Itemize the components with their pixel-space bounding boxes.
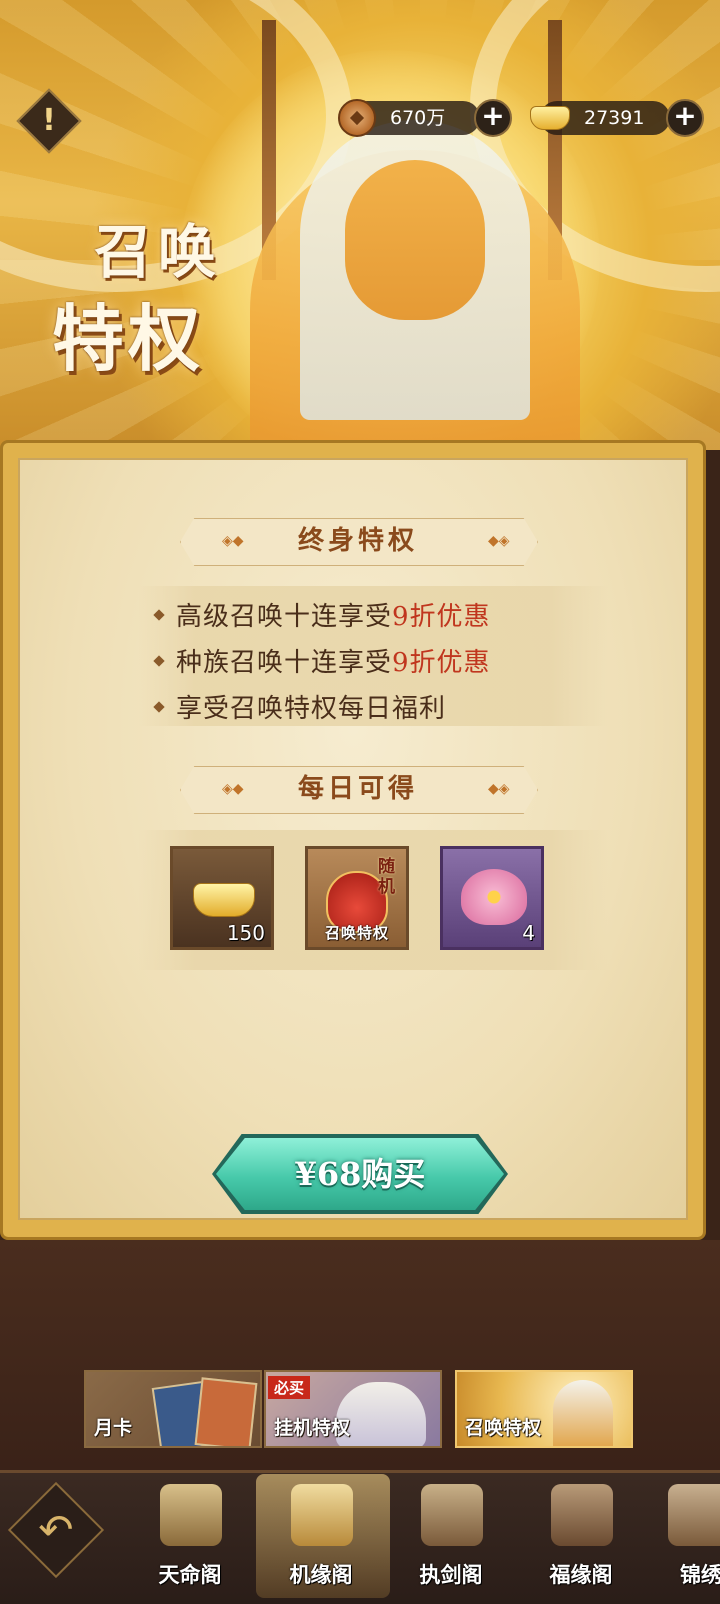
nav-label: 福缘阁 bbox=[549, 1562, 613, 1587]
gold-ingot-icon bbox=[530, 106, 570, 130]
must-buy-badge: 必买 bbox=[268, 1376, 311, 1399]
perk-item: 种族召唤十连享受9折优惠 bbox=[176, 648, 491, 678]
nav-label: 锦绣 bbox=[680, 1562, 720, 1587]
subtab-monthly-card[interactable]: 月卡 bbox=[84, 1370, 262, 1448]
banner-title-line1: 召唤 bbox=[94, 218, 223, 286]
nav-item-tianming[interactable]: 天命阁 bbox=[125, 1470, 255, 1601]
card-icon bbox=[194, 1377, 258, 1446]
treasure-box-icon bbox=[160, 1484, 222, 1546]
lifetime-section-title: 终身特权 bbox=[297, 526, 418, 556]
daily-item-lucky-bag[interactable]: 随机 召唤特权 bbox=[305, 846, 409, 950]
banner-title-line2: 特权 bbox=[52, 296, 205, 381]
subtab-label: 召唤特权 bbox=[465, 1417, 542, 1439]
info-icon[interactable]: ! bbox=[26, 98, 72, 144]
daily-item-lotus[interactable]: 4 bbox=[440, 846, 544, 950]
nav-label: 天命阁 bbox=[158, 1562, 222, 1587]
nav-item-jinxiu[interactable]: 锦绣 bbox=[646, 1470, 720, 1601]
nav-item-fuyuan[interactable]: 福缘阁 bbox=[516, 1470, 646, 1601]
back-arrow-icon[interactable]: ↶ bbox=[22, 1496, 90, 1564]
item-label: 召唤特权 bbox=[324, 924, 389, 942]
pink-lotus-icon bbox=[461, 869, 527, 925]
perk-item: 享受召唤特权每日福利 bbox=[176, 694, 447, 724]
add-gold-button[interactable]: + bbox=[666, 99, 704, 137]
month-card-icon bbox=[291, 1484, 353, 1546]
daily-section-title: 每日可得 bbox=[297, 774, 418, 804]
copper-coin-icon bbox=[338, 99, 376, 137]
item-count: 4 bbox=[522, 921, 535, 945]
goddess-face bbox=[345, 160, 485, 320]
gold-ingot-amount: 27391 bbox=[584, 107, 645, 129]
nav-item-zhijian[interactable]: 执剑阁 bbox=[386, 1470, 516, 1601]
buy-button-label[interactable]: ¥68购买 bbox=[216, 1138, 504, 1210]
nav-label: 执剑阁 bbox=[419, 1562, 483, 1587]
goddess-icon bbox=[553, 1380, 613, 1446]
subtab-label: 月卡 bbox=[94, 1417, 133, 1439]
nav-label: 机缘阁 bbox=[289, 1562, 353, 1587]
add-copper-button[interactable]: + bbox=[474, 99, 512, 137]
shop-gate-icon bbox=[551, 1484, 613, 1546]
daily-item-gold-ingot[interactable]: 150 bbox=[170, 846, 274, 950]
nav-item-jiyuan[interactable]: 机缘阁 bbox=[256, 1470, 386, 1601]
copper-coin-amount: 670万 bbox=[390, 107, 446, 129]
random-tag: 随机 bbox=[378, 857, 395, 897]
subtab-label: 挂机特权 bbox=[274, 1417, 351, 1439]
brocade-icon bbox=[668, 1484, 720, 1546]
item-count: 150 bbox=[226, 921, 265, 945]
gold-ingot-icon bbox=[193, 883, 255, 917]
subtab-summon-privilege[interactable]: 召唤特权 bbox=[455, 1370, 633, 1448]
perk-item: 高级召唤十连享受9折优惠 bbox=[176, 602, 491, 632]
sword-icon bbox=[421, 1484, 483, 1546]
